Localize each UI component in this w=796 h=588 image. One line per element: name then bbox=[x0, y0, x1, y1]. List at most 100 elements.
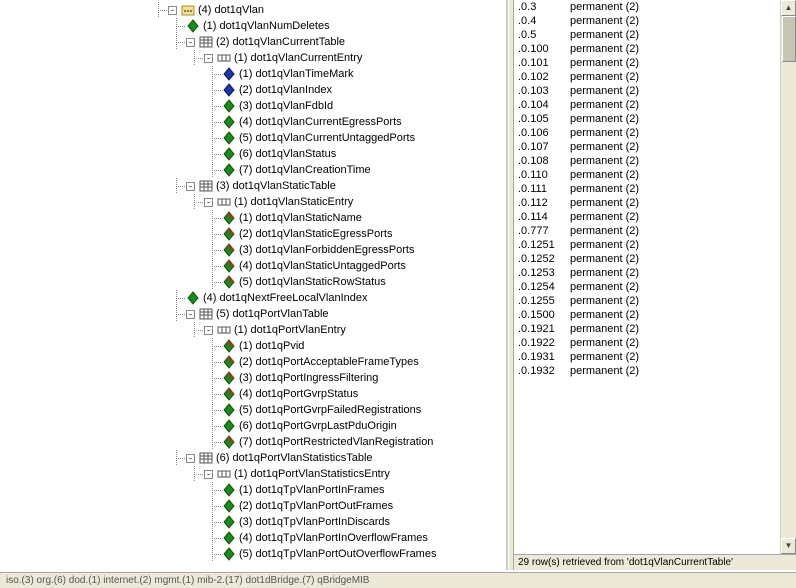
tree-node[interactable]: (4) dot1qNextFreeLocalVlanIndex bbox=[0, 290, 506, 306]
result-row[interactable]: .0.1253permanent (2) bbox=[518, 266, 776, 280]
result-row[interactable]: .0.777permanent (2) bbox=[518, 224, 776, 238]
result-row[interactable]: .0.4permanent (2) bbox=[518, 14, 776, 28]
entry-icon bbox=[217, 323, 231, 337]
tree-node[interactable]: (5) dot1qVlanCurrentUntaggedPorts bbox=[0, 130, 506, 146]
tree-node[interactable]: (5) dot1qTpVlanPortOutOverflowFrames bbox=[0, 546, 506, 562]
scrollbar-vertical[interactable]: ▲ ▼ bbox=[780, 0, 796, 554]
tree-node[interactable]: (2) dot1qVlanStaticEgressPorts bbox=[0, 226, 506, 242]
tree-node-label: (1) dot1qVlanNumDeletes bbox=[203, 20, 330, 32]
result-row[interactable]: .0.1500permanent (2) bbox=[518, 308, 776, 322]
tree-node[interactable]: (3) dot1qVlanForbiddenEgressPorts bbox=[0, 242, 506, 258]
result-index: .0.5 bbox=[518, 29, 570, 41]
tree-node[interactable]: -(1) dot1qVlanCurrentEntry bbox=[0, 50, 506, 66]
result-index: .0.104 bbox=[518, 99, 570, 111]
result-row[interactable]: .0.101permanent (2) bbox=[518, 56, 776, 70]
result-value: permanent (2) bbox=[570, 295, 776, 307]
tree-node[interactable]: (1) dot1qVlanStaticName bbox=[0, 210, 506, 226]
result-value: permanent (2) bbox=[570, 351, 776, 363]
tree-node[interactable]: (5) dot1qPortGvrpFailedRegistrations bbox=[0, 402, 506, 418]
tree-node-label: (5) dot1qVlanCurrentUntaggedPorts bbox=[239, 132, 415, 144]
tree-node-label: (1) dot1qPortVlanEntry bbox=[234, 324, 346, 336]
tree-node[interactable]: (4) dot1qVlanCurrentEgressPorts bbox=[0, 114, 506, 130]
mib-tree[interactable]: -(4) dot1qVlan(1) dot1qVlanNumDeletes-(2… bbox=[0, 0, 508, 570]
result-value: permanent (2) bbox=[570, 225, 776, 237]
result-row[interactable]: .0.114permanent (2) bbox=[518, 210, 776, 224]
result-row[interactable]: .0.1255permanent (2) bbox=[518, 294, 776, 308]
result-row[interactable]: .0.102permanent (2) bbox=[518, 70, 776, 84]
scroll-thumb[interactable] bbox=[782, 16, 796, 62]
result-row[interactable]: .0.1254permanent (2) bbox=[518, 280, 776, 294]
tree-node[interactable]: -(4) dot1qVlan bbox=[0, 2, 506, 18]
tree-node[interactable]: -(6) dot1qPortVlanStatisticsTable bbox=[0, 450, 506, 466]
result-row[interactable]: .0.5permanent (2) bbox=[518, 28, 776, 42]
tree-node-label: (6) dot1qVlanStatus bbox=[239, 148, 336, 160]
tree-node[interactable]: (3) dot1qPortIngressFiltering bbox=[0, 370, 506, 386]
tree-node[interactable]: (1) dot1qPvid bbox=[0, 338, 506, 354]
result-row[interactable]: .0.1922permanent (2) bbox=[518, 336, 776, 350]
tree-node[interactable]: (7) dot1qVlanCreationTime bbox=[0, 162, 506, 178]
result-index: .0.110 bbox=[518, 169, 570, 181]
tree-node[interactable]: -(1) dot1qVlanStaticEntry bbox=[0, 194, 506, 210]
tree-node[interactable]: -(1) dot1qPortVlanStatisticsEntry bbox=[0, 466, 506, 482]
result-row[interactable]: .0.3permanent (2) bbox=[518, 0, 776, 14]
tree-node-label: (2) dot1qVlanCurrentTable bbox=[216, 36, 345, 48]
result-row[interactable]: .0.104permanent (2) bbox=[518, 98, 776, 112]
result-row[interactable]: .0.1921permanent (2) bbox=[518, 322, 776, 336]
tree-node-label: (2) dot1qVlanIndex bbox=[239, 84, 332, 96]
collapse-icon[interactable]: - bbox=[204, 326, 213, 335]
collapse-icon[interactable]: - bbox=[186, 38, 195, 47]
tree-node[interactable]: (7) dot1qPortRestrictedVlanRegistration bbox=[0, 434, 506, 450]
collapse-icon[interactable]: - bbox=[186, 454, 195, 463]
tree-node[interactable]: - (1) dot1qPortVlanEntry bbox=[0, 322, 506, 338]
collapse-icon[interactable]: - bbox=[168, 6, 177, 15]
scroll-down-button[interactable]: ▼ bbox=[781, 538, 796, 554]
tree-node[interactable]: (2) dot1qTpVlanPortOutFrames bbox=[0, 498, 506, 514]
tree-node[interactable]: -(5) dot1qPortVlanTable bbox=[0, 306, 506, 322]
tree-node[interactable]: (4) dot1qTpVlanPortInOverflowFrames bbox=[0, 530, 506, 546]
collapse-icon[interactable]: - bbox=[186, 182, 195, 191]
result-row[interactable]: .0.1931permanent (2) bbox=[518, 350, 776, 364]
tree-node[interactable]: (1) dot1qVlanTimeMark bbox=[0, 66, 506, 82]
tree-node[interactable]: (6) dot1qVlanStatus bbox=[0, 146, 506, 162]
collapse-icon[interactable]: - bbox=[204, 198, 213, 207]
tree-node[interactable]: (5) dot1qVlanStaticRowStatus bbox=[0, 274, 506, 290]
collapse-icon[interactable]: - bbox=[186, 310, 195, 319]
result-row[interactable]: .0.103permanent (2) bbox=[518, 84, 776, 98]
result-row[interactable]: .0.110permanent (2) bbox=[518, 168, 776, 182]
result-value: permanent (2) bbox=[570, 155, 776, 167]
tree-node[interactable]: (2) dot1qVlanIndex bbox=[0, 82, 506, 98]
result-row[interactable]: .0.1251permanent (2) bbox=[518, 238, 776, 252]
collapse-icon[interactable]: - bbox=[204, 470, 213, 479]
result-row[interactable]: .0.107permanent (2) bbox=[518, 140, 776, 154]
result-row[interactable]: .0.112permanent (2) bbox=[518, 196, 776, 210]
tree-node[interactable]: - (2) dot1qVlanCurrentTable bbox=[0, 34, 506, 50]
tree-node[interactable]: (4) dot1qPortGvrpStatus bbox=[0, 386, 506, 402]
tree-node[interactable]: (2) dot1qPortAcceptableFrameTypes bbox=[0, 354, 506, 370]
result-value: permanent (2) bbox=[570, 337, 776, 349]
tree-node[interactable]: (1) dot1qVlanNumDeletes bbox=[0, 18, 506, 34]
tree-node-label: (2) dot1qTpVlanPortOutFrames bbox=[239, 500, 393, 512]
tree-node[interactable]: (1) dot1qTpVlanPortInFrames bbox=[0, 482, 506, 498]
collapse-icon[interactable]: - bbox=[204, 54, 213, 63]
scroll-up-button[interactable]: ▲ bbox=[781, 0, 796, 16]
result-row[interactable]: .0.1252permanent (2) bbox=[518, 252, 776, 266]
tree-node[interactable]: (3) dot1qVlanFdbId bbox=[0, 98, 506, 114]
result-row[interactable]: .0.100permanent (2) bbox=[518, 42, 776, 56]
result-row[interactable]: .0.108permanent (2) bbox=[518, 154, 776, 168]
result-row[interactable]: .0.106permanent (2) bbox=[518, 126, 776, 140]
tree-node-label: (3) dot1qVlanFdbId bbox=[239, 100, 333, 112]
result-index: .0.1253 bbox=[518, 267, 570, 279]
tree-node[interactable]: (6) dot1qPortGvrpLastPduOrigin bbox=[0, 418, 506, 434]
tree-node-label: (3) dot1qTpVlanPortInDiscards bbox=[239, 516, 390, 528]
tree-node[interactable]: (4) dot1qVlanStaticUntaggedPorts bbox=[0, 258, 506, 274]
tree-node[interactable]: -(3) dot1qVlanStaticTable bbox=[0, 178, 506, 194]
result-index: .0.1251 bbox=[518, 239, 570, 251]
result-value: permanent (2) bbox=[570, 365, 776, 377]
result-row[interactable]: .0.1932permanent (2) bbox=[518, 364, 776, 378]
result-index: .0.1500 bbox=[518, 309, 570, 321]
tree-node[interactable]: (3) dot1qTpVlanPortInDiscards bbox=[0, 514, 506, 530]
result-row[interactable]: .0.111permanent (2) bbox=[518, 182, 776, 196]
results-table[interactable]: .0.3permanent (2).0.4permanent (2).0.5pe… bbox=[514, 0, 780, 554]
result-value: permanent (2) bbox=[570, 127, 776, 139]
result-row[interactable]: .0.105permanent (2) bbox=[518, 112, 776, 126]
